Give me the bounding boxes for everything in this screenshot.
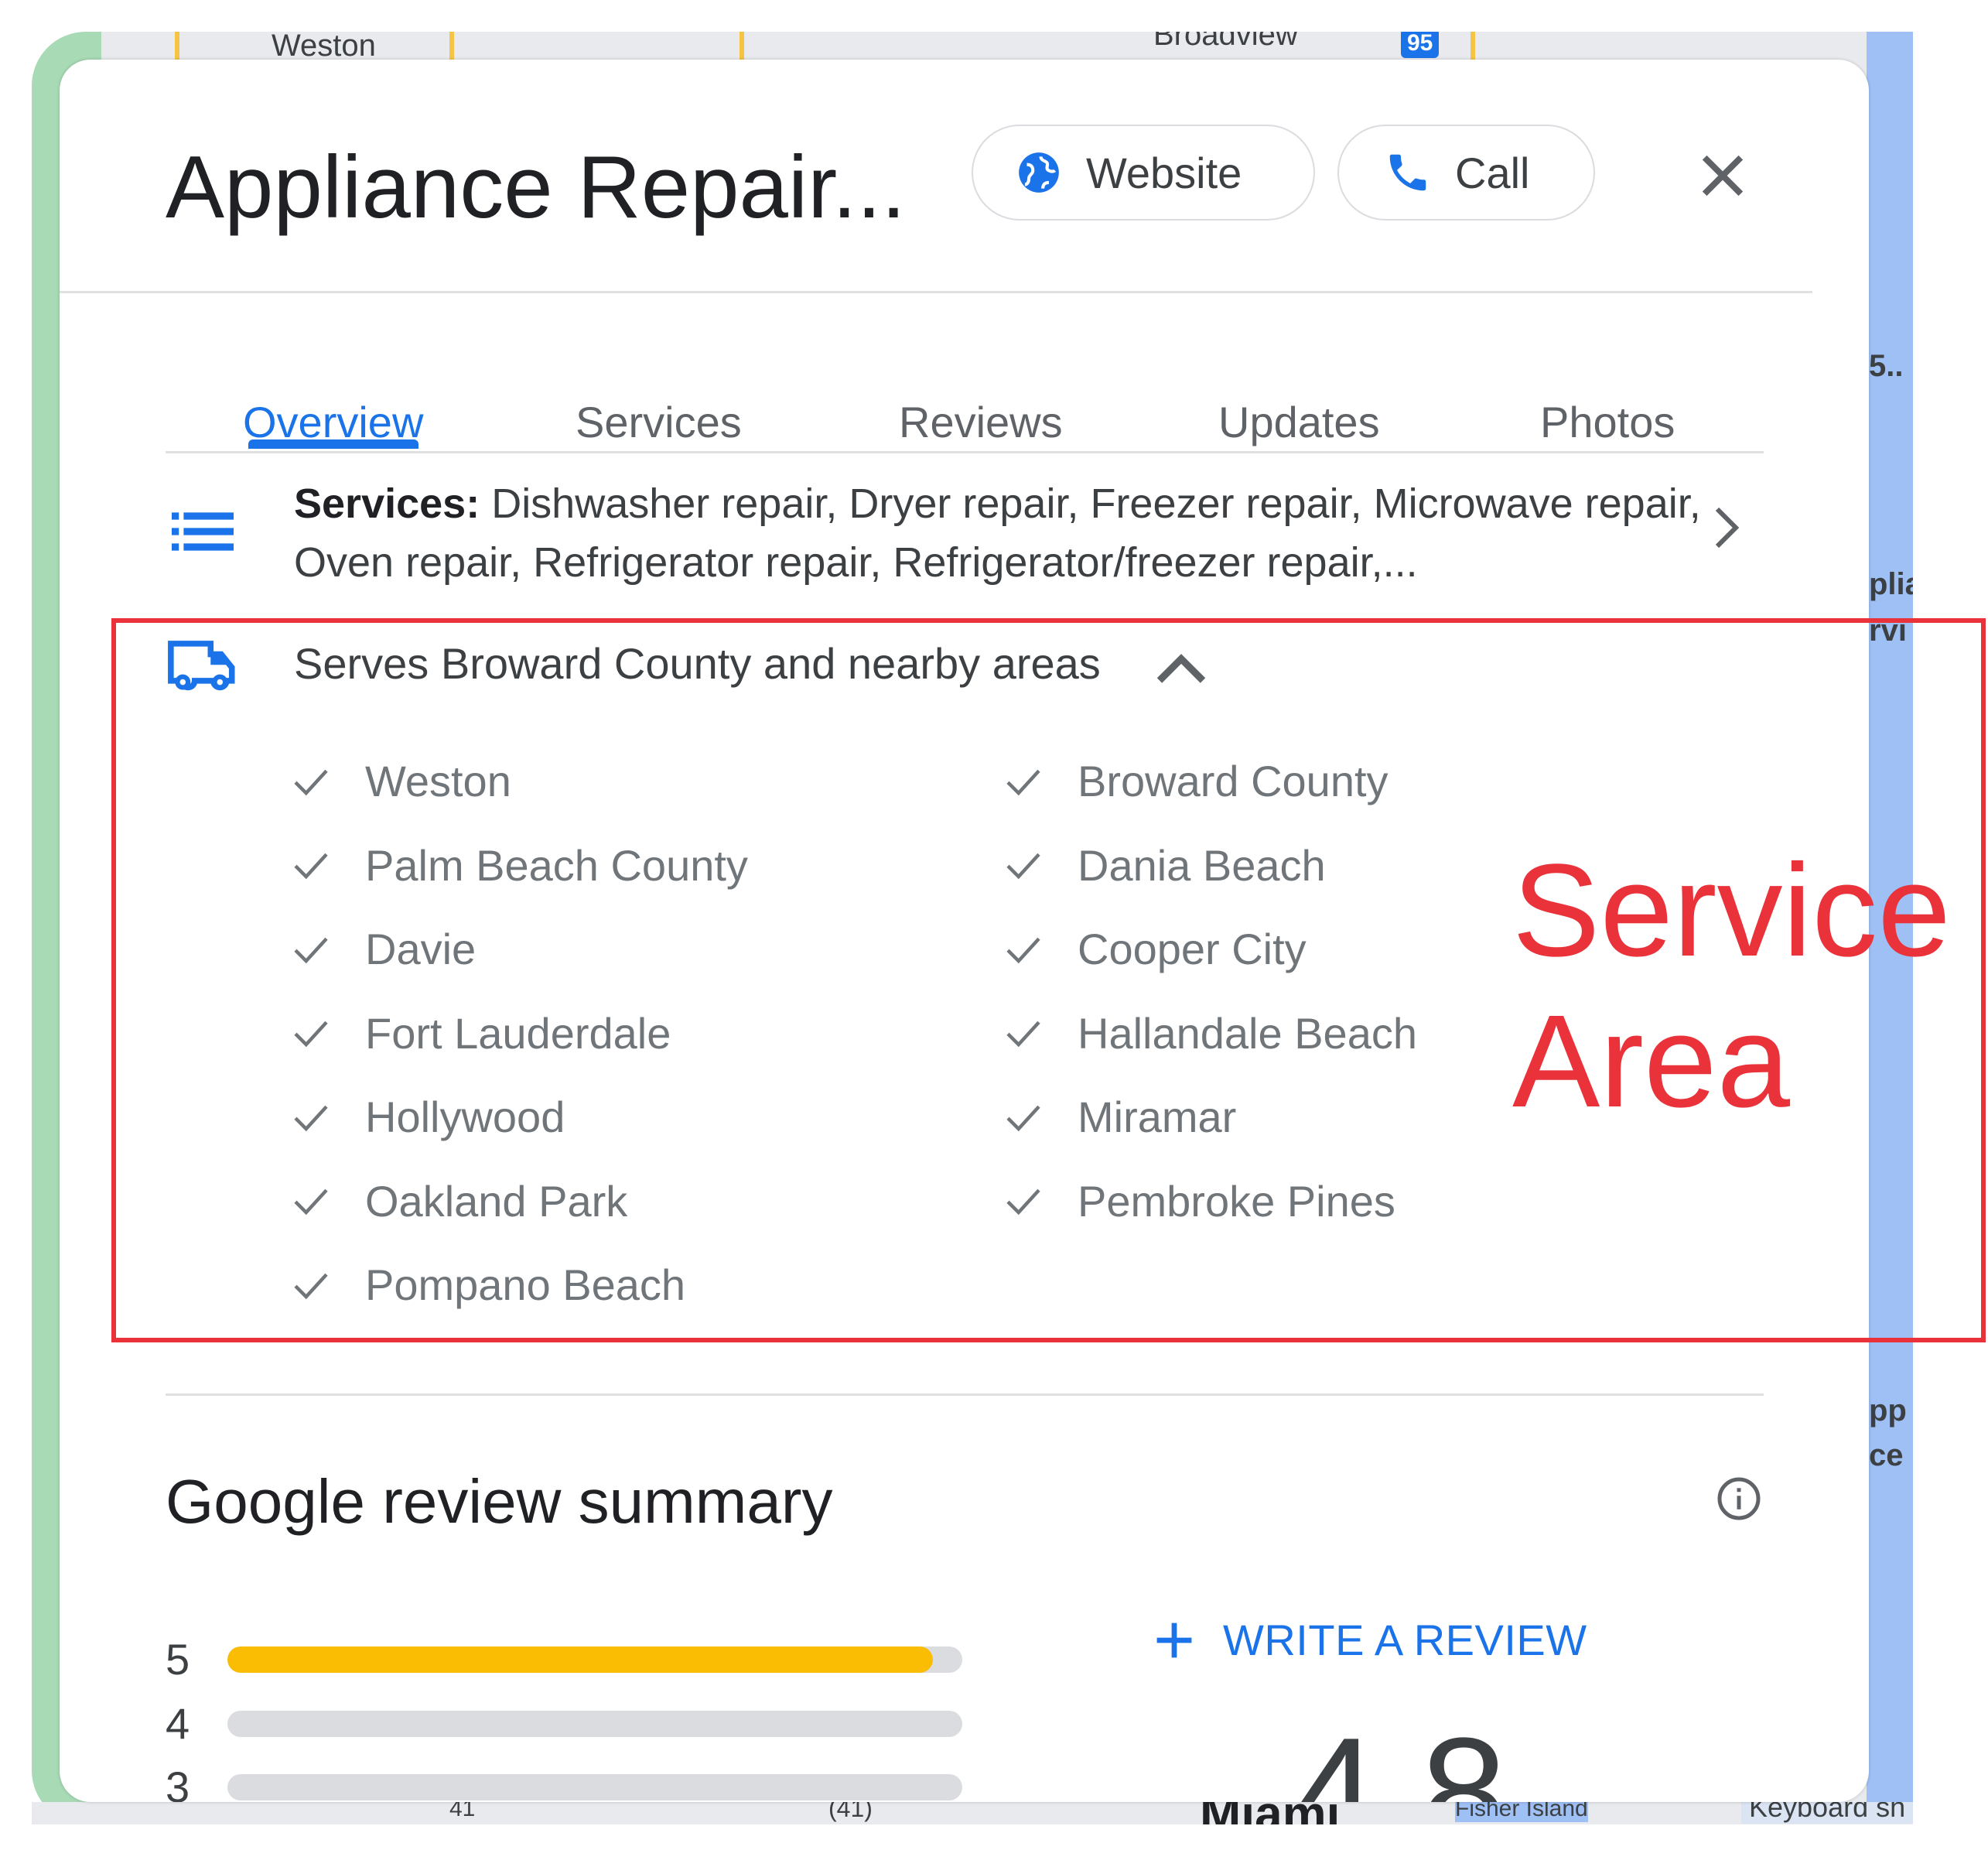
rating-bar-fill bbox=[227, 1646, 933, 1673]
active-tab-indicator bbox=[248, 439, 418, 449]
tab-photos[interactable]: Photos bbox=[1540, 397, 1675, 447]
services-list: Dishwasher repair, Dryer repair, Freezer… bbox=[294, 480, 1701, 586]
map-fragment: pp bbox=[1869, 1393, 1907, 1428]
rating-bar-track bbox=[227, 1710, 962, 1737]
map-label-route: 41 bbox=[449, 1802, 476, 1821]
info-icon[interactable] bbox=[1716, 1475, 1762, 1522]
map-label-broadview: Broadview bbox=[1153, 32, 1298, 52]
map-label-fisher-island: Fisher Island bbox=[1455, 1802, 1588, 1822]
section-divider bbox=[166, 1393, 1764, 1396]
write-review-label: WRITE A REVIEW bbox=[1223, 1616, 1587, 1664]
average-rating: 4.8 bbox=[1292, 1706, 1508, 1803]
highway-shield: 95 bbox=[1401, 32, 1440, 58]
tab-services[interactable]: Services bbox=[576, 397, 742, 447]
services-summary: Services: Dishwasher repair, Dryer repai… bbox=[294, 474, 1733, 592]
phone-icon bbox=[1389, 154, 1426, 191]
tab-reviews[interactable]: Reviews bbox=[899, 397, 1063, 447]
map-fragment: 5.. bbox=[1869, 349, 1904, 383]
keyboard-shortcuts-link[interactable]: Keyboard sh bbox=[1741, 1802, 1913, 1824]
map-label-weston: Weston bbox=[272, 32, 376, 63]
call-label: Call bbox=[1455, 148, 1530, 197]
map-label-route: (41) bbox=[828, 1802, 873, 1822]
map-fragment: ce bbox=[1869, 1438, 1904, 1472]
globe-icon bbox=[1019, 152, 1059, 193]
close-icon[interactable] bbox=[1692, 145, 1754, 207]
tabs-divider bbox=[166, 451, 1764, 453]
annotation-line-1: Service bbox=[1512, 837, 1951, 984]
rating-star-label: 3 bbox=[166, 1763, 190, 1802]
website-button[interactable]: Website bbox=[972, 125, 1315, 221]
rating-row[interactable]: 5 bbox=[166, 1634, 962, 1684]
rating-row[interactable]: 3 bbox=[166, 1762, 962, 1802]
tab-updates[interactable]: Updates bbox=[1218, 397, 1380, 447]
map-bottom-strip: 41 (41) Miami Fisher Island Keyboard sh bbox=[32, 1802, 1913, 1824]
website-label: Website bbox=[1086, 148, 1242, 197]
rating-star-label: 4 bbox=[166, 1699, 190, 1748]
plus-icon bbox=[1156, 1623, 1192, 1657]
map-fragment: plia bbox=[1869, 567, 1913, 601]
services-prefix: Services: bbox=[294, 480, 480, 527]
rating-bar-track bbox=[227, 1773, 962, 1800]
list-icon bbox=[172, 512, 234, 551]
tab-bar: Overview Services Reviews Updates Photos bbox=[166, 397, 1764, 467]
map-label-miami: Miami bbox=[1200, 1802, 1340, 1824]
write-review-button[interactable]: WRITE A REVIEW bbox=[1153, 1615, 1587, 1665]
map-road bbox=[740, 32, 744, 63]
rating-row[interactable]: 4 bbox=[166, 1698, 962, 1749]
header-divider bbox=[60, 291, 1812, 293]
chevron-right-icon[interactable] bbox=[1707, 504, 1746, 551]
call-button[interactable]: Call bbox=[1337, 125, 1595, 221]
rating-star-label: 5 bbox=[166, 1635, 190, 1684]
map-road bbox=[1471, 32, 1475, 63]
review-summary-title: Google review summary bbox=[166, 1467, 833, 1536]
rating-bar-track bbox=[227, 1646, 962, 1673]
business-title: Appliance Repair... bbox=[166, 138, 906, 237]
annotation-line-2: Area bbox=[1512, 988, 1791, 1135]
service-area-annotation: Service Area bbox=[1512, 836, 1951, 1137]
map-road bbox=[449, 32, 454, 63]
map-road bbox=[175, 32, 179, 63]
